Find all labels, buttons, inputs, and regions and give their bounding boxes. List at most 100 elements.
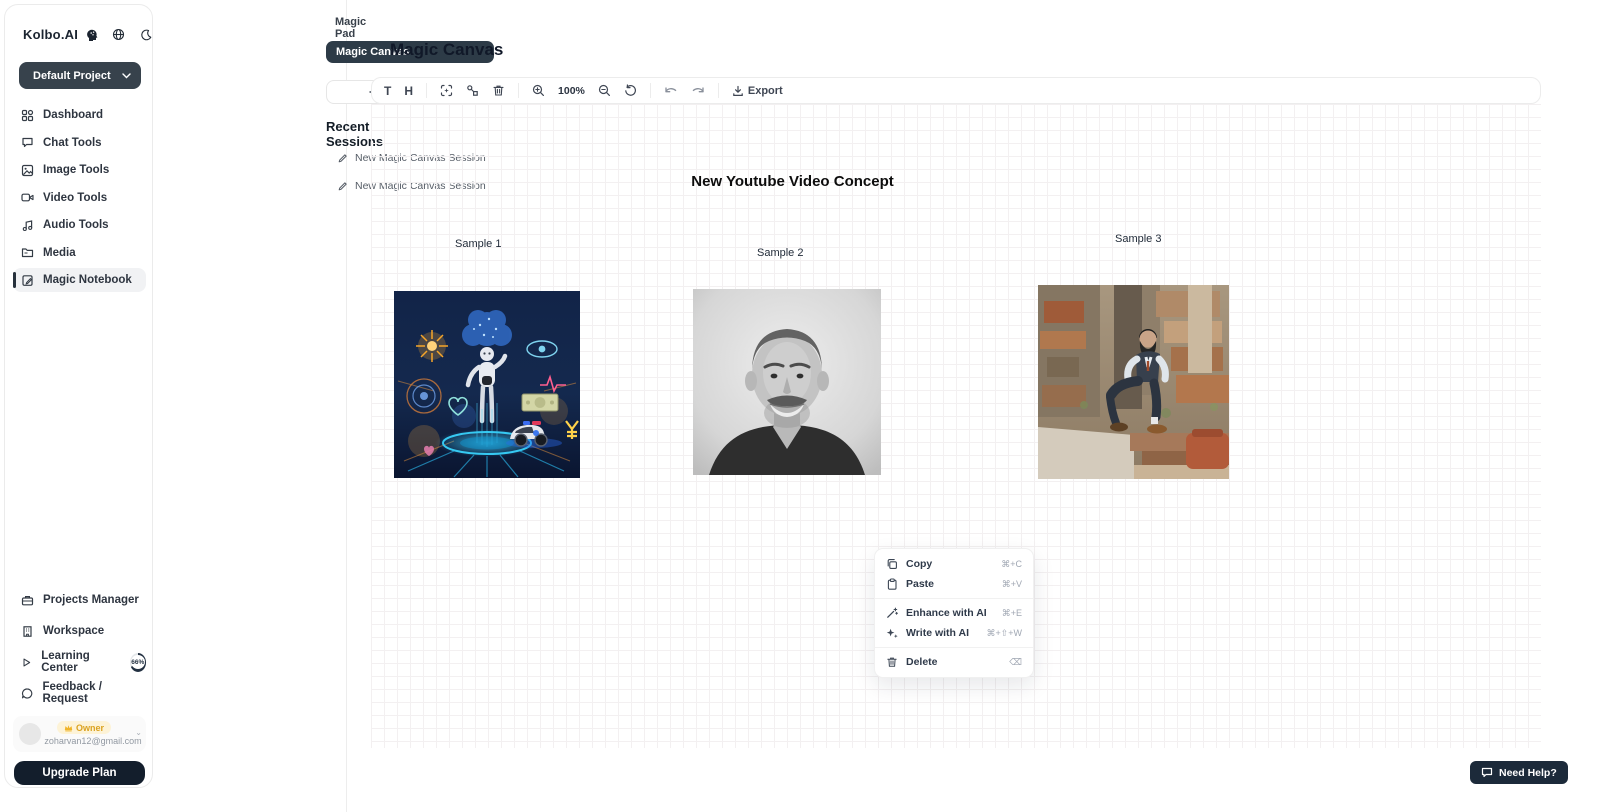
user-account-row[interactable]: Owner zoharvan12@gmail.com ⌄ (13, 716, 146, 752)
context-menu-divider (875, 647, 1033, 648)
export-label: Export (748, 85, 783, 97)
sample-label[interactable]: Sample 2 (757, 247, 803, 259)
sample-label[interactable]: Sample 3 (1115, 233, 1161, 245)
sidebar-item-label: Feedback / Request (42, 681, 146, 705)
delete-tool-button[interactable] (492, 84, 505, 97)
sessions-panel: Magic Pad Magic Canvas New Session Recen… (156, 0, 347, 812)
zoom-out-icon (598, 84, 611, 97)
text-tool-button[interactable]: T (384, 84, 391, 98)
nav-item-magic-pad[interactable]: Magic Pad (335, 16, 366, 40)
context-menu-item-copy[interactable]: Copy ⌘+C (875, 554, 1033, 574)
context-menu-item-enhance-with-ai[interactable]: Enhance with AI ⌘+E (875, 603, 1033, 623)
zoom-level: 100% (558, 85, 585, 97)
sample-image-ruins[interactable] (1038, 285, 1229, 479)
redo-icon (691, 85, 705, 96)
ai-scan-icon (440, 84, 453, 97)
sidebar-item-projects-manager[interactable]: Projects Manager (13, 588, 146, 612)
dashboard-icon (21, 109, 34, 122)
sidebar-item-label: Video Tools (43, 192, 107, 204)
sidebar-item-feedback-request[interactable]: Feedback / Request (13, 681, 146, 705)
context-menu-item-write-with-ai[interactable]: Write with AI ⌘+⇧+W (875, 623, 1033, 643)
sidebar-nav: Dashboard Chat Tools Image Tools Video T… (13, 103, 146, 296)
connector-tool-button[interactable] (466, 84, 479, 97)
owner-badge: Owner (57, 721, 111, 734)
sidebar-item-dashboard[interactable]: Dashboard (13, 103, 146, 127)
sidebar-item-label: Image Tools (43, 164, 109, 176)
sample-image-portrait[interactable] (693, 289, 881, 475)
sidebar-item-learning-center[interactable]: Learning Center 66% (13, 650, 146, 674)
language-globe-button[interactable] (112, 28, 125, 41)
chevron-down-icon (122, 73, 131, 79)
sidebar-item-workspace[interactable]: Workspace (13, 619, 146, 643)
heading-tool-button[interactable]: H (404, 84, 413, 98)
rotate-ccw-icon (624, 84, 637, 97)
briefcase-icon (21, 594, 34, 607)
need-help-button[interactable]: Need Help? (1470, 761, 1568, 784)
sidebar-item-label: Projects Manager (43, 594, 139, 606)
zoom-in-icon (532, 84, 545, 97)
sidebar-item-media[interactable]: Media (13, 241, 146, 265)
undo-button[interactable] (664, 85, 678, 96)
dark-mode-toggle[interactable] (140, 29, 152, 41)
download-icon (732, 85, 744, 97)
app-logo: Kolbo.AI (23, 27, 78, 42)
sidebar-item-audio-tools[interactable]: Audio Tools (13, 213, 146, 237)
learning-progress-value: 66% (131, 655, 145, 669)
primary-sidebar: Kolbo.AI Default Project Dashboard Chat … (4, 4, 153, 788)
sample-label[interactable]: Sample 1 (455, 238, 501, 250)
undo-icon (664, 85, 678, 96)
brain-head-icon (85, 28, 99, 42)
learning-progress-ring: 66% (130, 653, 146, 672)
sidebar-item-label: Learning Center (41, 650, 117, 674)
upgrade-plan-button[interactable]: Upgrade Plan (14, 761, 145, 785)
sidebar-item-label: Dashboard (43, 109, 103, 121)
sidebar-item-label: Chat Tools (43, 137, 102, 149)
user-email: zoharvan12@gmail.com (41, 736, 145, 746)
magic-wand-icon (886, 607, 898, 619)
shortcut: ⌘+V (1002, 579, 1022, 590)
reset-view-button[interactable] (624, 84, 637, 97)
context-menu-item-delete[interactable]: Delete ⌫ (875, 652, 1033, 672)
redo-button[interactable] (691, 85, 705, 96)
zoom-out-button[interactable] (598, 84, 611, 97)
page-title: Magic Canvas (390, 40, 503, 60)
canvas-heading[interactable]: New Youtube Video Concept (620, 173, 965, 190)
music-note-icon (21, 219, 34, 232)
sidebar-item-label: Audio Tools (43, 219, 109, 231)
notebook-icon (21, 274, 34, 287)
sidebar-item-chat-tools[interactable]: Chat Tools (13, 131, 146, 155)
need-help-label: Need Help? (1499, 767, 1557, 779)
media-folder-icon (21, 246, 34, 259)
sidebar-item-image-tools[interactable]: Image Tools (13, 158, 146, 182)
user-menu-caret-icon: ⌄ (135, 728, 142, 737)
sidebar-item-label: Media (43, 247, 76, 259)
export-button[interactable]: Export (732, 85, 783, 97)
canvas-toolbar: T H 100% (371, 77, 1541, 104)
connector-icon (466, 84, 479, 97)
sidebar-item-magic-notebook[interactable]: Magic Notebook (13, 268, 146, 292)
sample-image-ai-collage[interactable] (394, 291, 580, 478)
toolbar-divider (518, 83, 519, 98)
logo-row: Kolbo.AI (23, 27, 139, 42)
building-icon (21, 625, 34, 638)
feedback-bubble-icon (21, 687, 33, 700)
sparkles-icon (886, 627, 898, 639)
context-menu-item-paste[interactable]: Paste ⌘+V (875, 574, 1033, 594)
trash-icon (492, 84, 505, 97)
sidebar-item-label: Magic Notebook (43, 274, 132, 286)
shortcut: ⌘+C (1001, 559, 1022, 570)
ai-generate-tool-button[interactable] (440, 84, 453, 97)
zoom-in-button[interactable] (532, 84, 545, 97)
app-root: Kolbo.AI Default Project Dashboard Chat … (0, 0, 1600, 812)
sidebar-item-video-tools[interactable]: Video Tools (13, 186, 146, 210)
active-indicator (13, 272, 16, 288)
shortcut: ⌘+⇧+W (986, 628, 1022, 639)
project-selector[interactable]: Default Project (19, 62, 141, 89)
moon-icon (140, 29, 152, 41)
paste-icon (886, 578, 898, 590)
help-chat-icon (1481, 767, 1493, 778)
context-menu: Copy ⌘+C Paste ⌘+V Enhance with AI ⌘+E W… (874, 548, 1034, 678)
toolbar-divider (650, 83, 651, 98)
trash-icon (886, 656, 898, 668)
copy-icon (886, 558, 898, 570)
